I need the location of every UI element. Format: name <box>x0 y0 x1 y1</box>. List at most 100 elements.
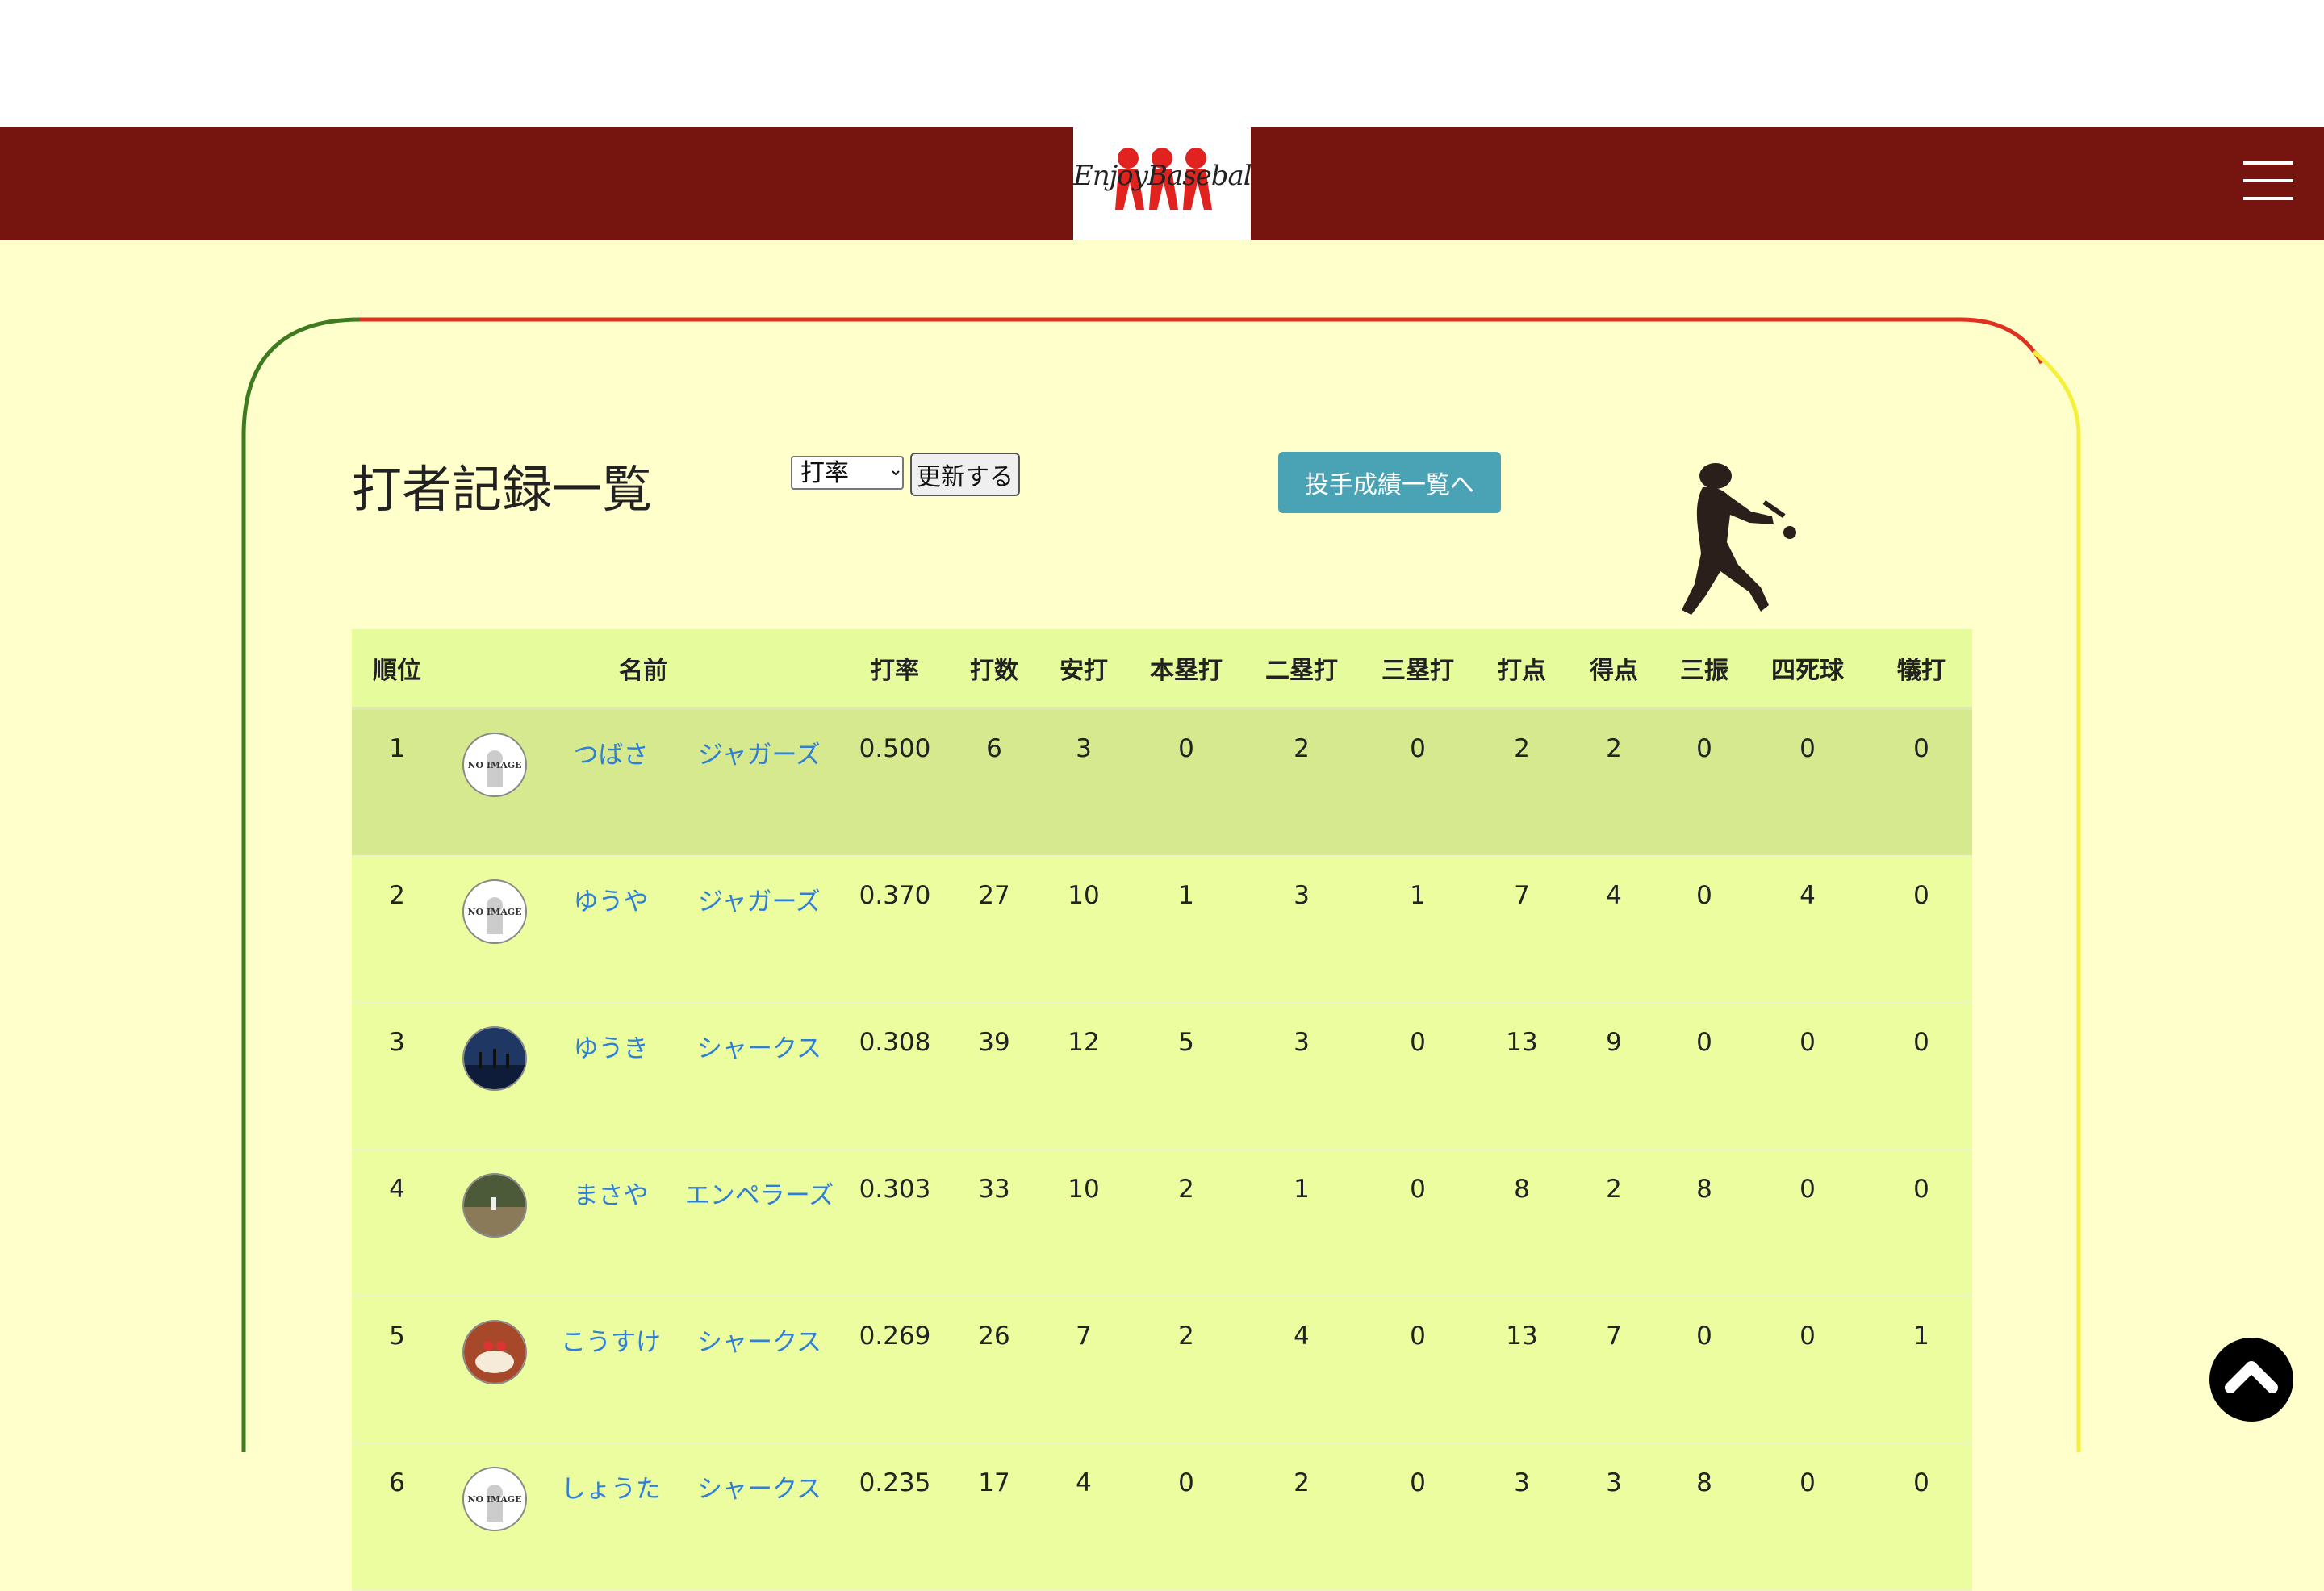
doubles-cell: 1 <box>1248 1150 1356 1297</box>
header-strikeouts[interactable]: 三振 <box>1664 629 1745 710</box>
avatar-cell: NO IMAGE <box>442 708 547 857</box>
player-name[interactable]: まさや <box>574 1181 649 1210</box>
player-avatar[interactable]: NO IMAGE <box>462 879 527 944</box>
team-name-link[interactable]: シャークス <box>675 1297 844 1444</box>
triples-cell: 0 <box>1356 1443 1480 1591</box>
triples-cell: 0 <box>1356 1150 1480 1297</box>
header-avg[interactable]: 打率 <box>844 629 946 710</box>
player-name[interactable]: ゆうき <box>574 1034 649 1063</box>
strikeouts-cell: 8 <box>1664 1443 1745 1591</box>
strikeouts-cell: 0 <box>1664 1297 1745 1444</box>
avg-cell: 0.500 <box>844 708 946 857</box>
team-name[interactable]: シャークス <box>697 1034 821 1063</box>
team-name[interactable]: シャークス <box>697 1328 821 1357</box>
header-doubles[interactable]: 二塁打 <box>1248 629 1356 710</box>
avatar-cell <box>442 1150 547 1297</box>
page-title: 打者記録一覧 <box>352 460 653 519</box>
player-avatar[interactable] <box>462 1320 527 1384</box>
team-name[interactable]: シャークス <box>697 1475 821 1504</box>
player-name-link[interactable]: しょうた <box>547 1443 675 1591</box>
avatar-cell: NO IMAGE <box>442 1443 547 1591</box>
baseball-batter-silhouette-icon <box>1682 463 1796 615</box>
sacrifices-cell: 0 <box>1870 1003 1972 1150</box>
walks-cell: 0 <box>1745 708 1870 857</box>
rank-cell: 1 <box>352 708 442 857</box>
team-name-link[interactable]: シャークス <box>675 1443 844 1591</box>
table-row: 5 こうすけ シャークス 0.269 26 7 2 4 0 13 7 0 0 1 <box>352 1297 1972 1444</box>
table-row: 1 NO IMAGE つばさ ジャガーズ 0.500 6 3 0 2 0 2 2… <box>352 708 1972 857</box>
triples-cell: 0 <box>1356 1003 1480 1150</box>
team-name[interactable]: ジャガーズ <box>698 887 821 917</box>
player-name[interactable]: しょうた <box>561 1475 661 1504</box>
team-name-link[interactable]: ジャガーズ <box>675 856 844 1004</box>
home-runs-cell: 0 <box>1125 708 1248 857</box>
player-name[interactable]: こうすけ <box>561 1328 661 1357</box>
no-image-label: NO IMAGE <box>467 1494 522 1505</box>
player-avatar[interactable] <box>462 1026 527 1091</box>
home-runs-cell: 2 <box>1125 1297 1248 1444</box>
no-image-placeholder-icon <box>487 1485 503 1522</box>
avatar-cell <box>442 1003 547 1150</box>
avg-cell: 0.308 <box>844 1003 946 1150</box>
header-runs[interactable]: 得点 <box>1564 629 1664 710</box>
strikeouts-cell: 0 <box>1664 856 1745 1004</box>
team-name[interactable]: ジャガーズ <box>698 741 821 770</box>
team-name-link[interactable]: シャークス <box>675 1003 844 1150</box>
player-avatar[interactable]: NO IMAGE <box>462 733 527 797</box>
player-name[interactable]: つばさ <box>574 741 649 770</box>
sacrifices-cell: 1 <box>1870 1297 1972 1444</box>
team-name[interactable]: エンペラーズ <box>685 1181 834 1210</box>
no-image-label: NO IMAGE <box>467 907 522 917</box>
team-name-link[interactable]: ジャガーズ <box>675 708 844 857</box>
pitcher-stats-link-button[interactable]: 投手成績一覧へ <box>1278 452 1501 513</box>
triples-cell: 0 <box>1356 1297 1480 1444</box>
team-name-link[interactable]: エンペラーズ <box>675 1150 844 1297</box>
walks-cell: 0 <box>1745 1443 1870 1591</box>
header-triples[interactable]: 三塁打 <box>1356 629 1480 710</box>
header-sacrifices[interactable]: 犠打 <box>1870 629 1972 710</box>
player-name[interactable]: ゆうや <box>574 887 649 917</box>
sort-select[interactable]: 打率 <box>791 456 904 490</box>
hits-cell: 10 <box>1043 1150 1125 1297</box>
runs-cell: 4 <box>1564 856 1664 1004</box>
strikeouts-cell: 0 <box>1664 1003 1745 1150</box>
strikeouts-cell: 0 <box>1664 708 1745 857</box>
avg-cell: 0.303 <box>844 1150 946 1297</box>
avg-cell: 0.370 <box>844 856 946 1004</box>
header-rank[interactable]: 順位 <box>352 629 442 710</box>
at-bats-cell: 6 <box>946 708 1043 857</box>
runs-cell: 2 <box>1564 708 1664 857</box>
player-name-link[interactable]: ゆうや <box>547 856 675 1004</box>
player-name-link[interactable]: つばさ <box>547 708 675 857</box>
player-name-link[interactable]: まさや <box>547 1150 675 1297</box>
doubles-cell: 4 <box>1248 1297 1356 1444</box>
player-photo-cake-icon <box>464 1322 525 1383</box>
update-button[interactable]: 更新する <box>910 453 1020 496</box>
avatar-cell: NO IMAGE <box>442 856 547 1004</box>
batter-stats-table: 順位 名前 打率 打数 安打 本塁打 二塁打 三塁打 打点 得点 三振 四死球 … <box>352 629 1972 1591</box>
table-row: 2 NO IMAGE ゆうや ジャガーズ 0.370 27 10 1 3 1 7… <box>352 856 1972 1004</box>
header-rbi[interactable]: 打点 <box>1480 629 1564 710</box>
player-name-link[interactable]: こうすけ <box>547 1297 675 1444</box>
header-name[interactable]: 名前 <box>442 629 844 710</box>
header-home-runs[interactable]: 本塁打 <box>1125 629 1248 710</box>
triples-cell: 1 <box>1356 856 1480 1004</box>
rbi-cell: 13 <box>1480 1297 1564 1444</box>
header-at-bats[interactable]: 打数 <box>946 629 1043 710</box>
hits-cell: 3 <box>1043 708 1125 857</box>
no-image-placeholder-icon <box>487 750 503 787</box>
header-hits[interactable]: 安打 <box>1043 629 1125 710</box>
chevron-up-icon <box>2225 1361 2278 1393</box>
runs-cell: 3 <box>1564 1443 1664 1591</box>
hits-cell: 12 <box>1043 1003 1125 1150</box>
walks-cell: 0 <box>1745 1297 1870 1444</box>
rbi-cell: 7 <box>1480 856 1564 1004</box>
home-runs-cell: 2 <box>1125 1150 1248 1297</box>
player-avatar[interactable]: NO IMAGE <box>462 1467 527 1531</box>
player-name-link[interactable]: ゆうき <box>547 1003 675 1150</box>
at-bats-cell: 26 <box>946 1297 1043 1444</box>
rank-cell: 6 <box>352 1443 442 1591</box>
scroll-to-top-button[interactable] <box>2209 1338 2293 1422</box>
player-avatar[interactable] <box>462 1173 527 1238</box>
header-walks[interactable]: 四死球 <box>1745 629 1870 710</box>
